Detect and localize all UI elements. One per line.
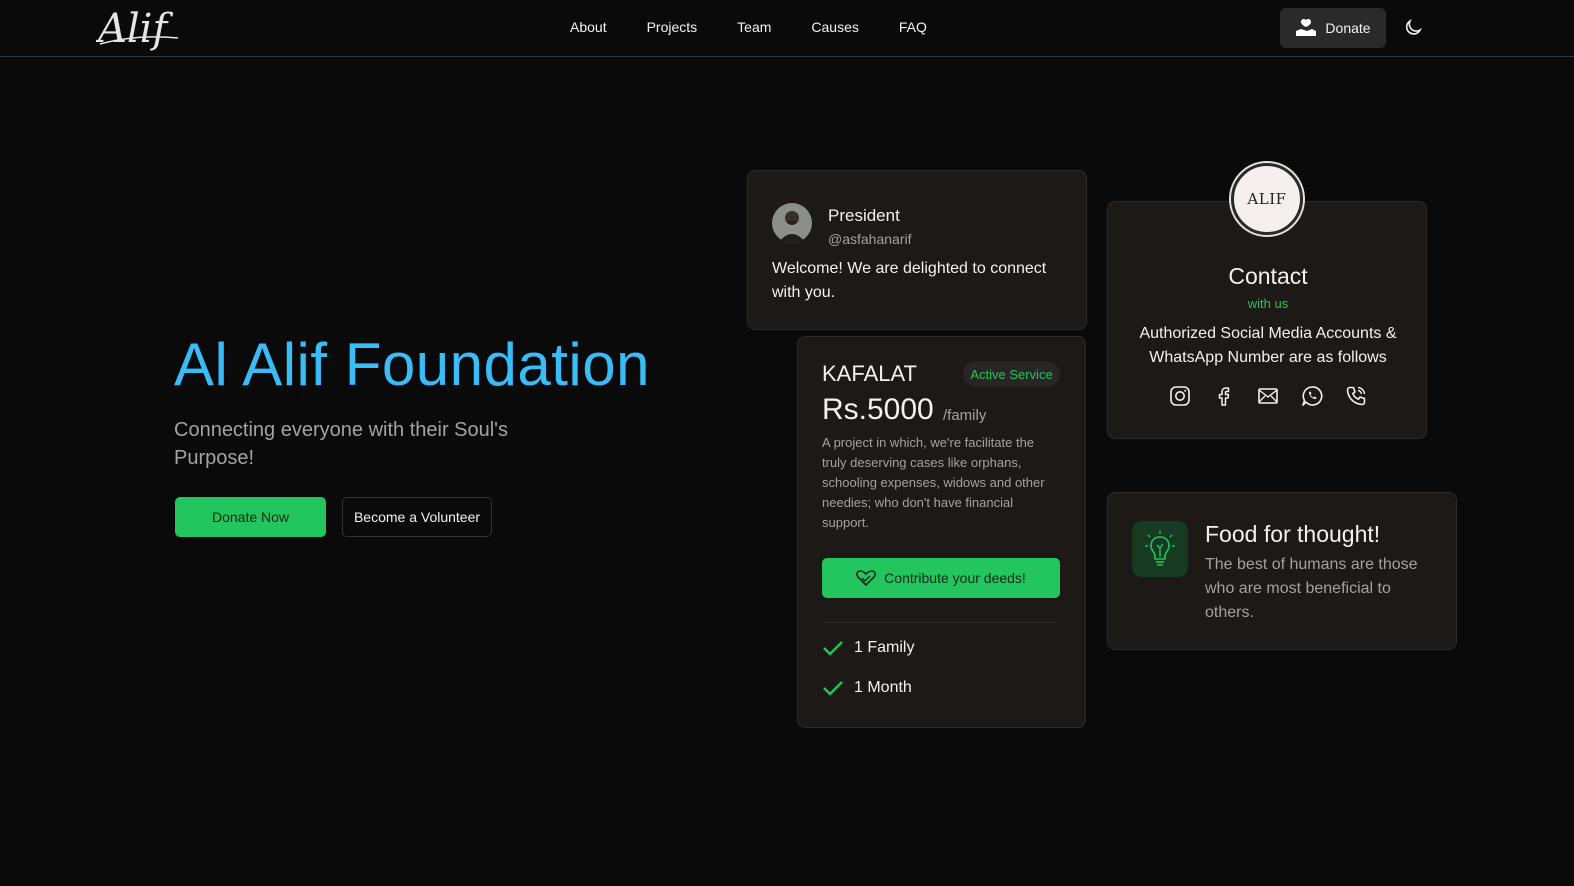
moon-icon[interactable] xyxy=(1403,18,1423,38)
president-card: President @asfahanarif Welcome! We are d… xyxy=(747,170,1087,330)
feature-label: 1 Month xyxy=(854,679,912,696)
lightbulb-icon xyxy=(1145,531,1175,566)
feature-label: 1 Family xyxy=(854,639,915,656)
alif-logo[interactable]: Alif xyxy=(96,4,180,52)
hero-title: Al Alif Foundation xyxy=(174,331,650,398)
president-handle[interactable]: @asfahanarif xyxy=(828,231,911,247)
feature-item: 1 Month xyxy=(822,679,912,697)
nav-links: About Projects Team Causes FAQ xyxy=(570,19,967,35)
hero-subtitle: Connecting everyone with their Soul's Pu… xyxy=(174,419,509,469)
check-icon xyxy=(823,641,843,656)
mail-icon[interactable] xyxy=(1257,385,1279,407)
nav-donate-label: Donate xyxy=(1325,20,1371,36)
contact-card: Contact with us Authorized Social Media … xyxy=(1107,201,1427,439)
kafalat-card: KAFALAT Active Service Rs.5000 /family A… xyxy=(797,336,1086,728)
bulb-icon-box xyxy=(1132,521,1188,577)
svg-text:Alif: Alif xyxy=(96,6,173,52)
status-badge: Active Service xyxy=(963,361,1060,387)
food-text: The best of humans are those who are mos… xyxy=(1205,556,1418,621)
phone-icon[interactable] xyxy=(1345,385,1367,407)
kafalat-title: KAFALAT xyxy=(822,361,917,386)
avatar xyxy=(772,203,812,243)
president-name: President xyxy=(828,206,900,225)
instagram-icon[interactable] xyxy=(1169,385,1191,407)
handshake-heart-icon xyxy=(856,570,877,587)
food-for-thought-card: Food for thought! The best of humans are… xyxy=(1107,492,1457,650)
logo-text: ALIF xyxy=(1247,190,1287,208)
divider xyxy=(822,622,1055,623)
contact-description: Authorized Social Media Accounts & Whats… xyxy=(1139,325,1397,366)
nav-team[interactable]: Team xyxy=(737,19,771,35)
facebook-icon[interactable] xyxy=(1213,385,1235,407)
contribute-button-label: Contribute your deeds! xyxy=(884,570,1026,586)
kafalat-price: Rs.5000 xyxy=(822,393,934,426)
foundation-logo: ALIF xyxy=(1231,163,1303,235)
feature-item: 1 Family xyxy=(822,639,914,657)
kafalat-price-unit: /family xyxy=(943,407,987,424)
nav-faq[interactable]: FAQ xyxy=(899,19,927,35)
food-title: Food for thought! xyxy=(1205,521,1381,547)
nav-about[interactable]: About xyxy=(570,19,607,35)
nav-causes[interactable]: Causes xyxy=(811,19,858,35)
contribute-button[interactable]: Contribute your deeds! xyxy=(822,558,1060,598)
contact-subtitle: with us xyxy=(1247,296,1289,311)
whatsapp-icon[interactable] xyxy=(1301,385,1323,407)
president-message: Welcome! We are delighted to connect wit… xyxy=(772,260,1047,301)
kafalat-description: A project in which, we're facilitate the… xyxy=(822,435,1045,530)
contact-title: Contact xyxy=(1228,263,1308,289)
check-icon xyxy=(823,681,843,696)
become-volunteer-button[interactable]: Become a Volunteer xyxy=(342,497,492,537)
nav-projects[interactable]: Projects xyxy=(647,19,698,35)
navbar: Alif About Projects Team Causes FAQ Dona… xyxy=(0,0,1574,57)
donate-now-button[interactable]: Donate Now xyxy=(175,497,326,537)
hand-heart-icon xyxy=(1296,18,1317,36)
nav-donate-button[interactable]: Donate xyxy=(1280,8,1386,48)
